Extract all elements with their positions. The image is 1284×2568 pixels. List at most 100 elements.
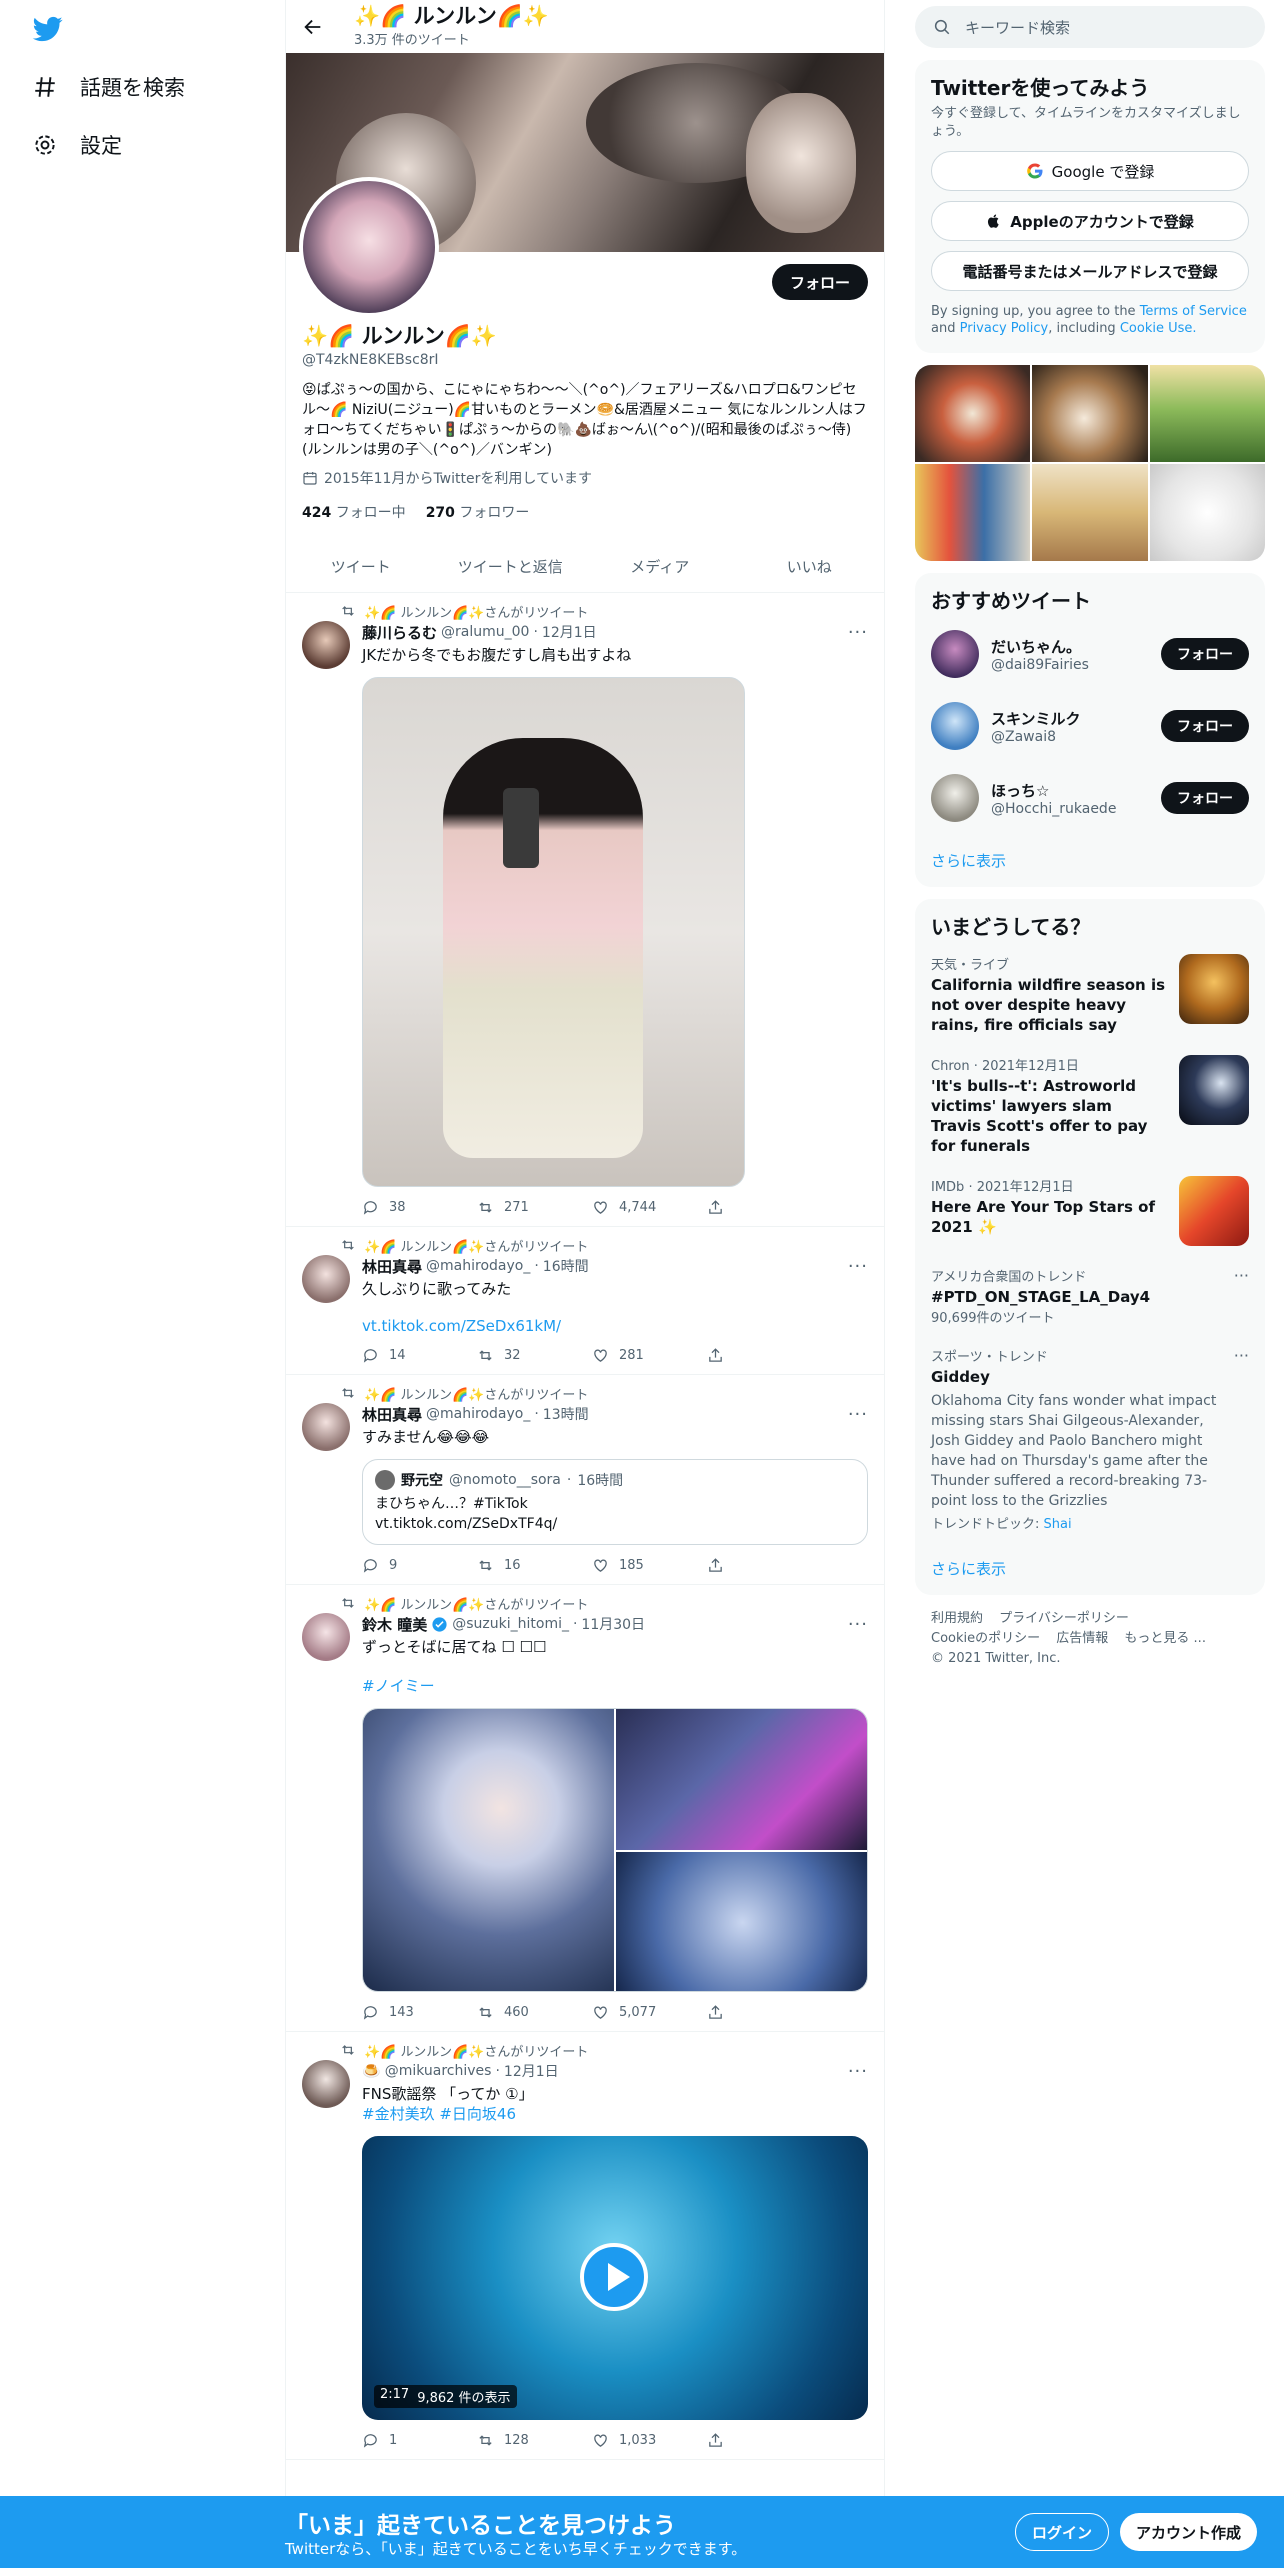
recommended-user[interactable]: スキンミルク @Zawai8 フォロー <box>915 690 1265 762</box>
recommended-user[interactable]: ほっち☆ @Hocchi_rukaede フォロー <box>915 762 1265 834</box>
tweet-time[interactable]: 12月1日 <box>542 622 597 642</box>
tweet-time[interactable]: 11月30日 <box>581 1614 645 1634</box>
phone-email-signup-button[interactable]: 電話番号またはメールアドレスで登録 <box>931 251 1249 291</box>
footer-terms-link[interactable]: 利用規約 <box>931 1611 983 1626</box>
signup-button[interactable]: アカウント作成 <box>1120 2513 1258 2551</box>
avatar[interactable] <box>302 1255 350 1303</box>
tab-tweets-replies[interactable]: ツイートと返信 <box>436 540 586 592</box>
tab-media[interactable]: メディア <box>585 540 735 592</box>
media-thumbnail[interactable] <box>1149 464 1265 561</box>
share-button[interactable] <box>707 1347 787 1364</box>
apple-signup-button[interactable]: Appleのアカウントで登録 <box>931 201 1249 241</box>
retweet-button[interactable]: 16 <box>477 1557 557 1574</box>
tweet-photo[interactable] <box>362 677 745 1187</box>
trend-item[interactable]: アメリカ合衆国のトレンド #PTD_ON_STAGE_LA_Day4 90,69… <box>915 1256 1265 1336</box>
tweet[interactable]: ✨🌈 ルンルン🌈✨さんがリツイート 林田真尋 @mahirodayo_ · 13… <box>286 1375 884 1585</box>
media-thumbnail[interactable] <box>1032 464 1148 561</box>
play-button-icon[interactable] <box>580 2243 648 2311</box>
share-button[interactable] <box>707 1557 787 1574</box>
tweet-author-name[interactable]: 林田真尋 <box>362 1404 422 1425</box>
profile-avatar[interactable] <box>299 177 439 317</box>
tweet-author-name[interactable]: 林田真尋 <box>362 1256 422 1277</box>
more-options-icon[interactable]: ··· <box>1234 1346 1249 1532</box>
media-thumbnail[interactable] <box>915 464 1031 561</box>
reply-button[interactable]: 14 <box>362 1347 442 1364</box>
tweet-time[interactable]: 12月1日 <box>504 2061 559 2081</box>
tweet[interactable]: ✨🌈 ルンルン🌈✨さんがリツイート 鈴木 瞳美 @suzuki_hitomi_ … <box>286 1585 884 2032</box>
avatar[interactable] <box>302 1403 350 1451</box>
reply-button[interactable]: 143 <box>362 2004 442 2021</box>
tweet-author-name[interactable]: 藤川らるむ <box>362 622 437 643</box>
tweet-author-name[interactable]: 🍮 <box>362 2062 381 2080</box>
media-thumbnail[interactable] <box>1149 365 1265 462</box>
back-arrow-icon[interactable] <box>302 16 324 38</box>
retweet-button[interactable]: 128 <box>477 2432 557 2449</box>
tab-likes[interactable]: いいね <box>735 540 885 592</box>
cookie-use-link[interactable]: Cookie Use. <box>1120 321 1197 336</box>
share-button[interactable] <box>707 2432 787 2449</box>
follow-button[interactable]: フォロー <box>1161 710 1249 742</box>
search-input[interactable]: キーワード検索 <box>965 17 1070 38</box>
tweet-link[interactable]: vt.tiktok.com/ZSeDx61kM/ <box>362 1317 868 1335</box>
trend-item[interactable]: 天気・ライブ California wildfire season is not… <box>915 944 1265 1045</box>
following-link[interactable]: 424 フォロー中 <box>302 502 406 522</box>
reply-button[interactable]: 38 <box>362 1199 442 1216</box>
tweet-time[interactable]: 16時間 <box>543 1256 589 1276</box>
footer-privacy-link[interactable]: プライバシーポリシー <box>999 1611 1129 1626</box>
terms-of-service-link[interactable]: Terms of Service <box>1140 304 1247 319</box>
like-button[interactable]: 185 <box>592 1557 672 1574</box>
trend-item[interactable]: IMDb · 2021年12月1日 Here Are Your Top Star… <box>915 1166 1265 1256</box>
like-button[interactable]: 5,077 <box>592 2004 672 2021</box>
trend-item[interactable]: スポーツ・トレンド Giddey Oklahoma City fans wond… <box>915 1336 1265 1542</box>
avatar[interactable] <box>302 2060 350 2108</box>
reply-button[interactable]: 1 <box>362 2432 442 2449</box>
avatar[interactable] <box>931 630 979 678</box>
share-button[interactable] <box>707 1199 787 1216</box>
more-options-icon[interactable]: ··· <box>848 622 868 643</box>
reply-button[interactable]: 9 <box>362 1557 442 1574</box>
more-options-icon[interactable]: ··· <box>1234 1266 1249 1326</box>
footer-more-link[interactable]: もっと見る ... <box>1124 1631 1206 1646</box>
retweet-button[interactable]: 32 <box>477 1347 557 1364</box>
show-more-link[interactable]: さらに表示 <box>915 834 1265 887</box>
more-options-icon[interactable]: ··· <box>848 1614 868 1635</box>
tweet-photo[interactable] <box>616 1852 867 1991</box>
tweet-author-name[interactable]: 鈴木 瞳美 <box>362 1614 427 1635</box>
more-options-icon[interactable]: ··· <box>848 2061 868 2082</box>
search-bar[interactable]: キーワード検索 <box>915 6 1265 48</box>
tweet-photo[interactable] <box>616 1709 867 1850</box>
trend-item[interactable]: Chron · 2021年12月1日 'It's bulls--t': Astr… <box>915 1045 1265 1166</box>
media-thumbnail[interactable] <box>915 365 1031 462</box>
login-button[interactable]: ログイン <box>1015 2513 1110 2551</box>
hashtag-link[interactable]: #ノイミー <box>362 1675 868 1696</box>
recommended-user[interactable]: だいちゃん。 @dai89Fairies フォロー <box>915 618 1265 690</box>
like-button[interactable]: 281 <box>592 1347 672 1364</box>
avatar[interactable] <box>931 774 979 822</box>
tweet-photo[interactable] <box>363 1709 614 1991</box>
google-signup-button[interactable]: Google で登録 <box>931 151 1249 191</box>
retweet-button[interactable]: 271 <box>477 1199 557 1216</box>
tweet[interactable]: ✨🌈 ルンルン🌈✨さんがリツイート 🍮 @mikuarchives · 12月1… <box>286 2032 884 2460</box>
more-options-icon[interactable]: ··· <box>848 1256 868 1277</box>
avatar[interactable] <box>931 702 979 750</box>
like-button[interactable]: 1,033 <box>592 2432 672 2449</box>
tweet[interactable]: ✨🌈 ルンルン🌈✨さんがリツイート 藤川らるむ @ralumu_00 · 12月… <box>286 593 884 1227</box>
tab-tweets[interactable]: ツイート <box>286 540 436 592</box>
follow-button[interactable]: フォロー <box>1161 638 1249 670</box>
follow-button[interactable]: フォロー <box>1161 782 1249 814</box>
privacy-policy-link[interactable]: Privacy Policy <box>960 321 1049 336</box>
footer-ads-link[interactable]: 広告情報 <box>1056 1631 1108 1646</box>
avatar[interactable] <box>302 621 350 669</box>
tweet-time[interactable]: 13時間 <box>543 1404 589 1424</box>
nav-settings[interactable]: 設定 <box>32 120 122 170</box>
followers-link[interactable]: 270 フォロワー <box>426 502 530 522</box>
nav-explore[interactable]: 話題を検索 <box>32 62 185 112</box>
hashtag-links[interactable]: #金村美玖 #日向坂46 <box>362 2104 868 2124</box>
avatar[interactable] <box>302 1613 350 1661</box>
more-options-icon[interactable]: ··· <box>848 1404 868 1425</box>
quoted-tweet[interactable]: 野元空 @nomoto__sora · 16時間 まひちゃん…？#TikTok … <box>362 1459 868 1545</box>
twitter-logo-icon[interactable] <box>32 14 64 44</box>
tweet[interactable]: ✨🌈 ルンルン🌈✨さんがリツイート 林田真尋 @mahirodayo_ · 16… <box>286 1227 884 1375</box>
follow-button[interactable]: フォロー <box>771 264 868 300</box>
retweet-button[interactable]: 460 <box>477 2004 557 2021</box>
